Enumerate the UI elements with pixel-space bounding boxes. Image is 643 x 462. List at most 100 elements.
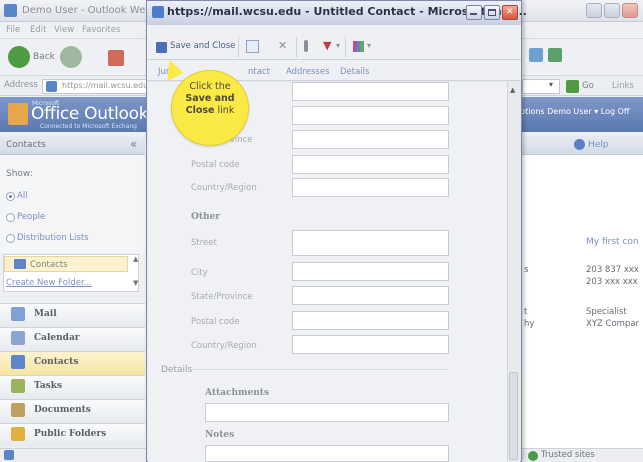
fragment-2: t [524,307,528,317]
nav-button-calendar-label: Calendar [34,333,80,343]
flag-icon[interactable]: ▼ [323,39,331,52]
address-dropdown[interactable] [522,79,560,94]
toolbar-separator [238,37,239,57]
radio-label-distribution-lists[interactable]: Distribution Lists [17,233,89,243]
categories-dropdown-icon[interactable]: ▾ [367,41,371,50]
tab-contact[interactable]: ntact [248,67,270,77]
contact-phone-2: 203 xxx xxx [586,277,638,287]
address-text: https://mail.wcsu.edu [62,81,149,90]
go-arrow-icon[interactable] [566,80,579,93]
other-postal-code-label: Postal code [191,317,240,327]
radio-label-people[interactable]: People [17,212,45,222]
nav-button-documents-label: Documents [34,405,91,415]
nav-button-tasks-label: Tasks [34,381,63,391]
other-city-field[interactable] [292,262,449,281]
folder-item-contacts-label: Contacts [30,260,68,270]
collapse-icon[interactable]: « [130,137,137,151]
nav-button-contacts-label: Contacts [34,357,79,367]
contact-job-title: Specialist [586,307,627,317]
other-street-label: Street [191,238,217,248]
postal-code-field[interactable] [292,155,449,174]
reading-pane [520,155,643,448]
contact-preview-title[interactable]: My first con [586,237,639,247]
city-field[interactable] [292,106,449,125]
documents-icon [11,403,25,417]
other-postal-code-field[interactable] [292,311,449,330]
scroll-thumb[interactable] [509,372,518,460]
radio-all[interactable] [6,192,15,201]
toolbar-separator [345,37,346,57]
maximize-button[interactable] [604,3,620,18]
menu-view[interactable]: View [54,25,74,35]
contact-company: XYZ Compar [586,319,640,329]
callout-line-1: Click the [189,81,231,92]
callout-text: Click the Save and Close link [171,81,249,117]
office-logo-icon [8,103,28,125]
delete-icon[interactable]: ✕ [278,39,287,52]
notes-label: Notes [205,430,235,440]
menu-favorites[interactable]: Favorites [82,25,120,35]
help-link[interactable]: Help [588,140,609,150]
country-region-field[interactable] [292,178,449,197]
tab-details[interactable]: Details [340,67,369,77]
other-state-province-field[interactable] [292,286,449,305]
tasks-icon [11,379,25,393]
back-label[interactable]: Back [33,52,55,62]
create-new-folder-link[interactable]: Create New Folder... [6,278,92,288]
close-button[interactable] [622,3,638,18]
radio-label-all[interactable]: All [17,191,28,201]
nav-button-mail-label: Mail [34,309,57,319]
menu-file[interactable]: File [6,25,20,35]
minimize-button[interactable] [586,3,602,18]
print-icon[interactable] [246,40,259,53]
flag-dropdown-icon[interactable]: ▾ [336,41,340,50]
other-country-region-field[interactable] [292,335,449,354]
back-arrow-icon[interactable] [8,46,30,68]
chevron-down-icon[interactable]: ▾ [549,80,553,89]
street-field[interactable] [292,82,449,101]
close-icon: ✕ [506,7,514,17]
attachments-field[interactable] [205,403,449,422]
other-city-label: City [191,268,208,278]
scroll-up-icon[interactable]: ▲ [133,255,138,263]
trusted-sites-label: Trusted sites [541,450,595,460]
nav-button-public-folders-label: Public Folders [34,429,107,439]
fragment-3: hy [524,319,535,329]
history-icon[interactable] [529,48,543,62]
tab-addresses[interactable]: Addresses [286,67,330,77]
calendar-icon [11,331,25,345]
radio-distribution-lists[interactable] [6,234,15,243]
toolbar-separator [296,37,297,57]
maximize-icon [488,9,496,16]
other-street-field[interactable] [292,230,449,256]
menu-edit[interactable]: Edit [30,25,46,35]
forward-arrow-icon[interactable] [60,46,82,68]
notes-field[interactable] [205,445,449,462]
attach-icon[interactable] [304,40,308,52]
callout-line-3: Close link [185,105,235,116]
contacts-folder-icon [14,259,26,269]
links-label[interactable]: Links [612,81,634,91]
state-province-field[interactable] [292,130,449,149]
save-and-close-link[interactable]: Save and Close [170,41,235,51]
owa-top-links[interactable]: ptions Demo User ▾ Log Off [520,107,629,116]
status-ie-icon [4,450,14,460]
help-icon[interactable] [574,139,585,150]
contacts-icon [11,355,25,369]
categories-icon[interactable] [353,41,364,52]
public-folders-icon [11,427,25,441]
messenger-icon[interactable] [548,48,562,62]
country-region-label: Country/Region [191,183,257,193]
ie-icon [4,4,17,17]
callout-line-2: Save and [185,93,235,104]
stop-icon[interactable] [108,50,124,66]
save-icon[interactable] [156,42,167,53]
attachments-label: Attachments [205,388,270,398]
scroll-up-arrow-icon[interactable]: ▲ [510,86,515,94]
mail-icon [11,307,25,321]
radio-people[interactable] [6,213,15,222]
background-window-title: Demo User - Outlook We [22,5,146,16]
go-button[interactable]: Go [582,81,594,91]
owa-subtitle: Connected to Microsoft Exchang [40,123,137,130]
scroll-down-icon[interactable]: ▼ [133,279,138,287]
